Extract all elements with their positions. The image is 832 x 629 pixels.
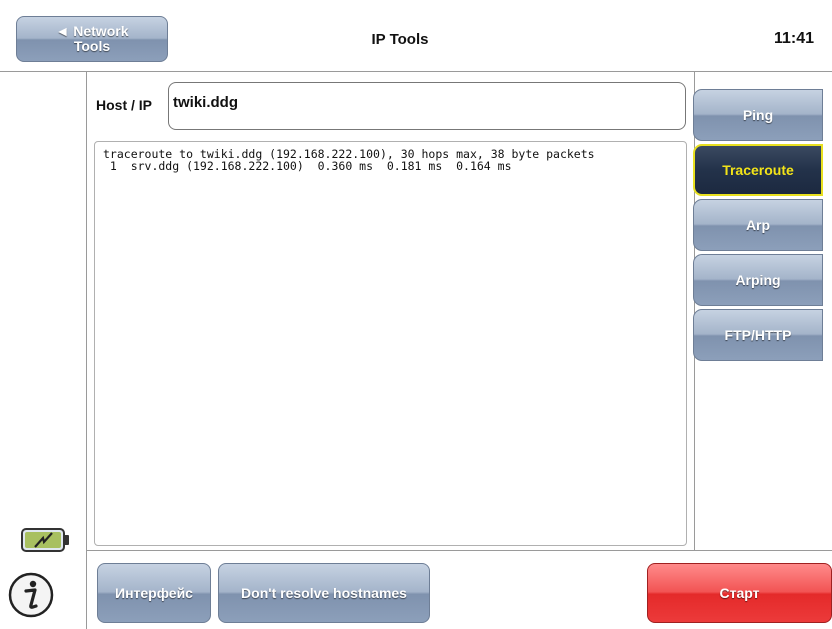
tab-ping[interactable]: Ping — [693, 89, 823, 141]
clock: 11:41 — [773, 30, 814, 47]
left-panel-divider — [86, 72, 87, 629]
back-network-tools-button[interactable]: ◄ Network Tools — [16, 16, 168, 62]
start-button[interactable]: Старт — [647, 563, 832, 623]
back-button-label-line2: Tools — [73, 38, 111, 54]
page-title: IP Tools — [371, 31, 429, 48]
tab-arp[interactable]: Arp — [693, 199, 823, 251]
tab-traceroute[interactable]: Traceroute — [693, 144, 823, 196]
traceroute-output: traceroute to twiki.ddg (192.168.222.100… — [94, 141, 687, 546]
tab-ftp-http[interactable]: FTP/HTTP — [693, 309, 823, 361]
interface-button[interactable]: Интерфейс — [97, 563, 211, 623]
tab-arping[interactable]: Arping — [693, 254, 823, 306]
host-ip-label: Host / IP — [96, 97, 153, 113]
info-icon[interactable] — [8, 572, 54, 618]
header-divider — [0, 71, 832, 72]
dont-resolve-hostnames-button[interactable]: Don't resolve hostnames — [218, 563, 430, 623]
host-ip-input[interactable]: twiki.ddg — [168, 82, 686, 130]
footer-divider — [86, 550, 832, 551]
back-button-label-line1: ◄ Network — [55, 23, 129, 39]
battery-charging-icon — [21, 527, 71, 553]
